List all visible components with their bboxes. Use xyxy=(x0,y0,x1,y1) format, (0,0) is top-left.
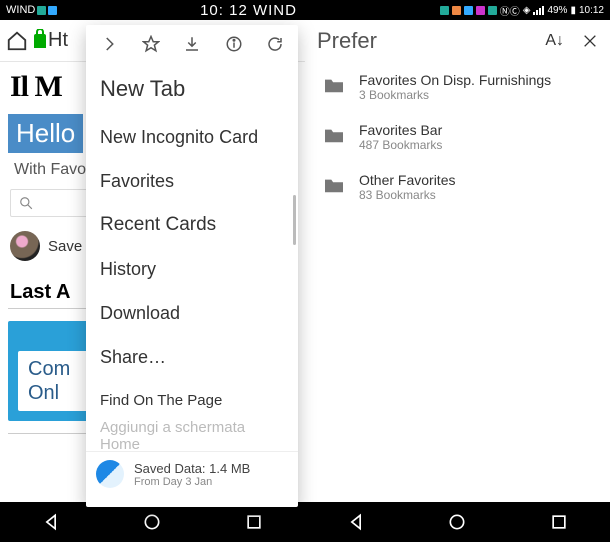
carrier-label: WIND xyxy=(6,4,35,16)
overflow-menu: New Tab New Incognito Card Favorites Rec… xyxy=(86,25,298,507)
folder-name: Favorites On Disp. Furnishings xyxy=(359,72,551,88)
home-icon[interactable] xyxy=(6,30,28,52)
panel-title: Prefer xyxy=(317,28,377,54)
avatar xyxy=(10,231,40,261)
battery-label: 49% xyxy=(547,5,567,16)
menu-download[interactable]: Download xyxy=(86,291,298,335)
back-icon[interactable] xyxy=(41,512,61,532)
folder-name: Other Favorites xyxy=(359,172,455,188)
menu-add-home[interactable]: Aggiungi a schermata Home xyxy=(86,421,298,451)
close-icon[interactable] xyxy=(582,33,598,49)
download-icon[interactable] xyxy=(183,35,201,53)
url-box[interactable]: Ht xyxy=(34,29,90,52)
globe-icon xyxy=(96,460,124,488)
status-bar: WIND 10: 12 WIND ⓃⒸ ◈ 49% ▮ 10:12 xyxy=(0,0,610,20)
back-icon[interactable] xyxy=(346,512,366,532)
folder-icon xyxy=(323,126,345,144)
recents-icon[interactable] xyxy=(244,512,264,532)
status-icon xyxy=(48,6,57,15)
status-clock-center: 10: 12 WIND xyxy=(57,2,439,19)
folder-count: 487 Bookmarks xyxy=(359,138,442,152)
battery-icon: ▮ xyxy=(570,5,576,16)
menu-find-on-page[interactable]: Find On The Page xyxy=(86,379,298,421)
bookmark-folder[interactable]: Favorites Bar 487 Bookmarks xyxy=(305,112,610,162)
nfc-icon: ⓃⒸ xyxy=(500,3,520,18)
signal-icon xyxy=(533,6,544,15)
menu-new-tab[interactable]: New Tab xyxy=(86,63,298,115)
status-icon xyxy=(37,6,46,15)
data-saver-row[interactable]: Saved Data: 1.4 MB From Day 3 Jan xyxy=(86,451,298,496)
sort-button[interactable]: A↓ xyxy=(545,32,564,50)
url-text: Ht xyxy=(48,29,68,52)
status-icon xyxy=(488,6,497,15)
status-clock-right: 10:12 xyxy=(579,5,604,16)
folder-icon xyxy=(323,76,345,94)
status-icon xyxy=(476,6,485,15)
lock-icon xyxy=(34,34,46,48)
bookmarks-panel: Prefer A↓ Favorites On Disp. Furnishings… xyxy=(305,20,610,502)
status-icon xyxy=(452,6,461,15)
folder-count: 83 Bookmarks xyxy=(359,188,455,202)
search-icon xyxy=(19,196,33,210)
android-navbar xyxy=(0,502,610,542)
folder-name: Favorites Bar xyxy=(359,122,442,138)
bookmark-folder[interactable]: Other Favorites 83 Bookmarks xyxy=(305,162,610,212)
status-icon xyxy=(464,6,473,15)
bookmark-folder[interactable]: Favorites On Disp. Furnishings 3 Bookmar… xyxy=(305,62,610,112)
info-icon[interactable] xyxy=(225,35,243,53)
menu-history[interactable]: History xyxy=(86,247,298,291)
folder-icon xyxy=(323,176,345,194)
menu-share[interactable]: Share… xyxy=(86,335,298,379)
folder-count: 3 Bookmarks xyxy=(359,88,551,102)
hero-banner: Hello xyxy=(8,114,83,153)
wifi-icon: ◈ xyxy=(523,5,531,16)
star-icon[interactable] xyxy=(142,35,160,53)
saved-data-subtitle: From Day 3 Jan xyxy=(134,476,250,488)
home-nav-icon[interactable] xyxy=(447,512,467,532)
scroll-indicator[interactable] xyxy=(293,195,296,245)
menu-favorites[interactable]: Favorites xyxy=(86,159,298,203)
saved-data-title: Saved Data: 1.4 MB xyxy=(134,461,250,476)
forward-icon[interactable] xyxy=(100,35,118,53)
status-icon xyxy=(440,6,449,15)
menu-new-incognito[interactable]: New Incognito Card xyxy=(86,115,298,159)
home-nav-icon[interactable] xyxy=(142,512,162,532)
recents-icon[interactable] xyxy=(549,512,569,532)
menu-recent-cards[interactable]: Recent Cards xyxy=(86,203,298,247)
reload-icon[interactable] xyxy=(266,35,284,53)
